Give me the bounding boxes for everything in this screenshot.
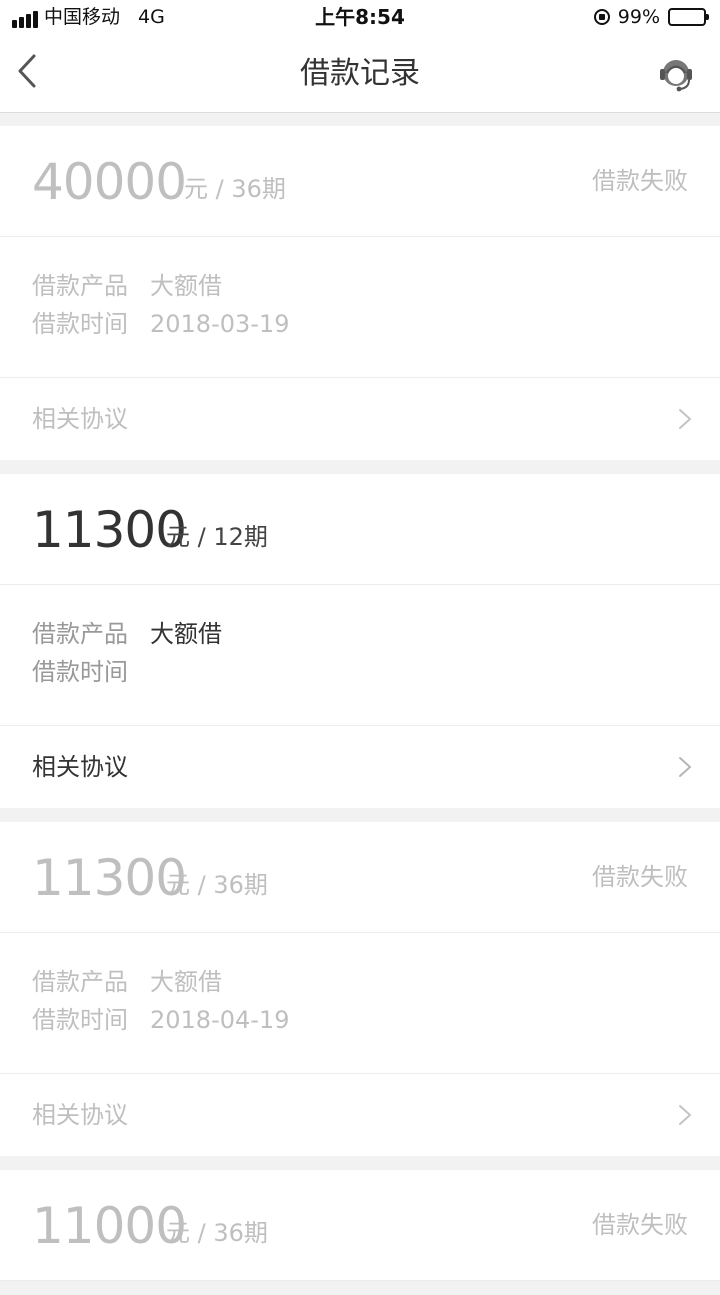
loan-unit-term: 元 / 36期 bbox=[166, 1219, 268, 1247]
product-label: 借款产品 bbox=[32, 968, 128, 996]
loan-amount: 11300 bbox=[32, 501, 187, 559]
agreement-link[interactable]: 相关协议 bbox=[0, 726, 720, 808]
battery-percent: 99% bbox=[617, 6, 660, 28]
loan-record-card: 11000 元 / 36期 借款失败 bbox=[0, 1170, 720, 1281]
loan-amount: 11000 bbox=[32, 1197, 187, 1255]
loan-record-card: 40000 元 / 36期 借款失败 借款产品 大额借 借款时间 2018-03-1… bbox=[0, 126, 720, 460]
loan-record-list: 40000 元 / 36期 借款失败 借款产品 大额借 借款时间 2018-03-1… bbox=[0, 126, 720, 1295]
record-header: 11300 元 / 12期 bbox=[0, 474, 720, 585]
record-details: 借款产品 大额借 借款时间 2018-03-19 bbox=[0, 237, 720, 378]
time-label: 借款时间 bbox=[32, 310, 128, 338]
status-badge: 借款失败 bbox=[592, 863, 688, 891]
page-title: 借款记录 bbox=[300, 56, 420, 91]
chevron-right-icon bbox=[679, 757, 691, 777]
product-row: 借款产品 大额借 bbox=[32, 967, 222, 997]
nav-bar: 借款记录 bbox=[0, 36, 720, 113]
time-value: 2018-04-19 bbox=[150, 1006, 290, 1034]
rotation-lock-icon bbox=[593, 9, 610, 25]
battery-icon bbox=[668, 8, 709, 26]
chevron-right-icon bbox=[679, 1105, 691, 1125]
agreement-link[interactable]: 相关协议 bbox=[0, 1074, 720, 1156]
agreement-link[interactable]: 相关协议 bbox=[0, 378, 720, 460]
status-right: 99% bbox=[593, 6, 709, 28]
record-header: 40000 元 / 36期 借款失败 bbox=[0, 126, 720, 237]
loan-unit-term: 元 / 36期 bbox=[166, 871, 268, 899]
agreement-label: 相关协议 bbox=[32, 405, 128, 433]
customer-service-button[interactable] bbox=[656, 54, 696, 94]
product-row: 借款产品 大额借 bbox=[32, 271, 222, 301]
product-value: 大额借 bbox=[150, 272, 222, 300]
time-row: 借款时间 bbox=[32, 657, 150, 687]
loan-amount: 40000 bbox=[32, 153, 187, 211]
chevron-right-icon bbox=[679, 409, 691, 429]
record-details: 借款产品 大额借 借款时间 bbox=[0, 585, 720, 726]
product-value: 大额借 bbox=[150, 968, 222, 996]
product-label: 借款产品 bbox=[32, 620, 128, 648]
time-row: 借款时间 2018-03-19 bbox=[32, 309, 289, 339]
loan-unit-term: 元 / 36期 bbox=[184, 175, 286, 203]
agreement-label: 相关协议 bbox=[32, 753, 128, 781]
time-value: 2018-03-19 bbox=[150, 310, 290, 338]
loan-record-card: 11300 元 / 36期 借款失败 借款产品 大额借 借款时间 2018-04-1… bbox=[0, 822, 720, 1156]
record-header: 11000 元 / 36期 借款失败 bbox=[0, 1170, 720, 1281]
status-badge: 借款失败 bbox=[592, 1211, 688, 1239]
loan-amount: 11300 bbox=[32, 849, 187, 907]
product-row: 借款产品 大额借 bbox=[32, 619, 222, 649]
record-details: 借款产品 大额借 借款时间 2018-04-19 bbox=[0, 933, 720, 1074]
status-bar: 中国移动 4G 上午8:54 99% bbox=[0, 0, 720, 36]
customer-service-icon bbox=[660, 60, 692, 92]
time-label: 借款时间 bbox=[32, 658, 128, 686]
record-header: 11300 元 / 36期 借款失败 bbox=[0, 822, 720, 933]
product-label: 借款产品 bbox=[32, 272, 128, 300]
loan-unit-term: 元 / 12期 bbox=[166, 523, 268, 551]
time-label: 借款时间 bbox=[32, 1006, 128, 1034]
agreement-label: 相关协议 bbox=[32, 1101, 128, 1129]
status-badge: 借款失败 bbox=[592, 167, 688, 195]
loan-record-card: 11300 元 / 12期 借款产品 大额借 借款时间 相关协议 bbox=[0, 474, 720, 808]
product-value: 大额借 bbox=[150, 620, 222, 648]
time-row: 借款时间 2018-04-19 bbox=[32, 1005, 289, 1035]
